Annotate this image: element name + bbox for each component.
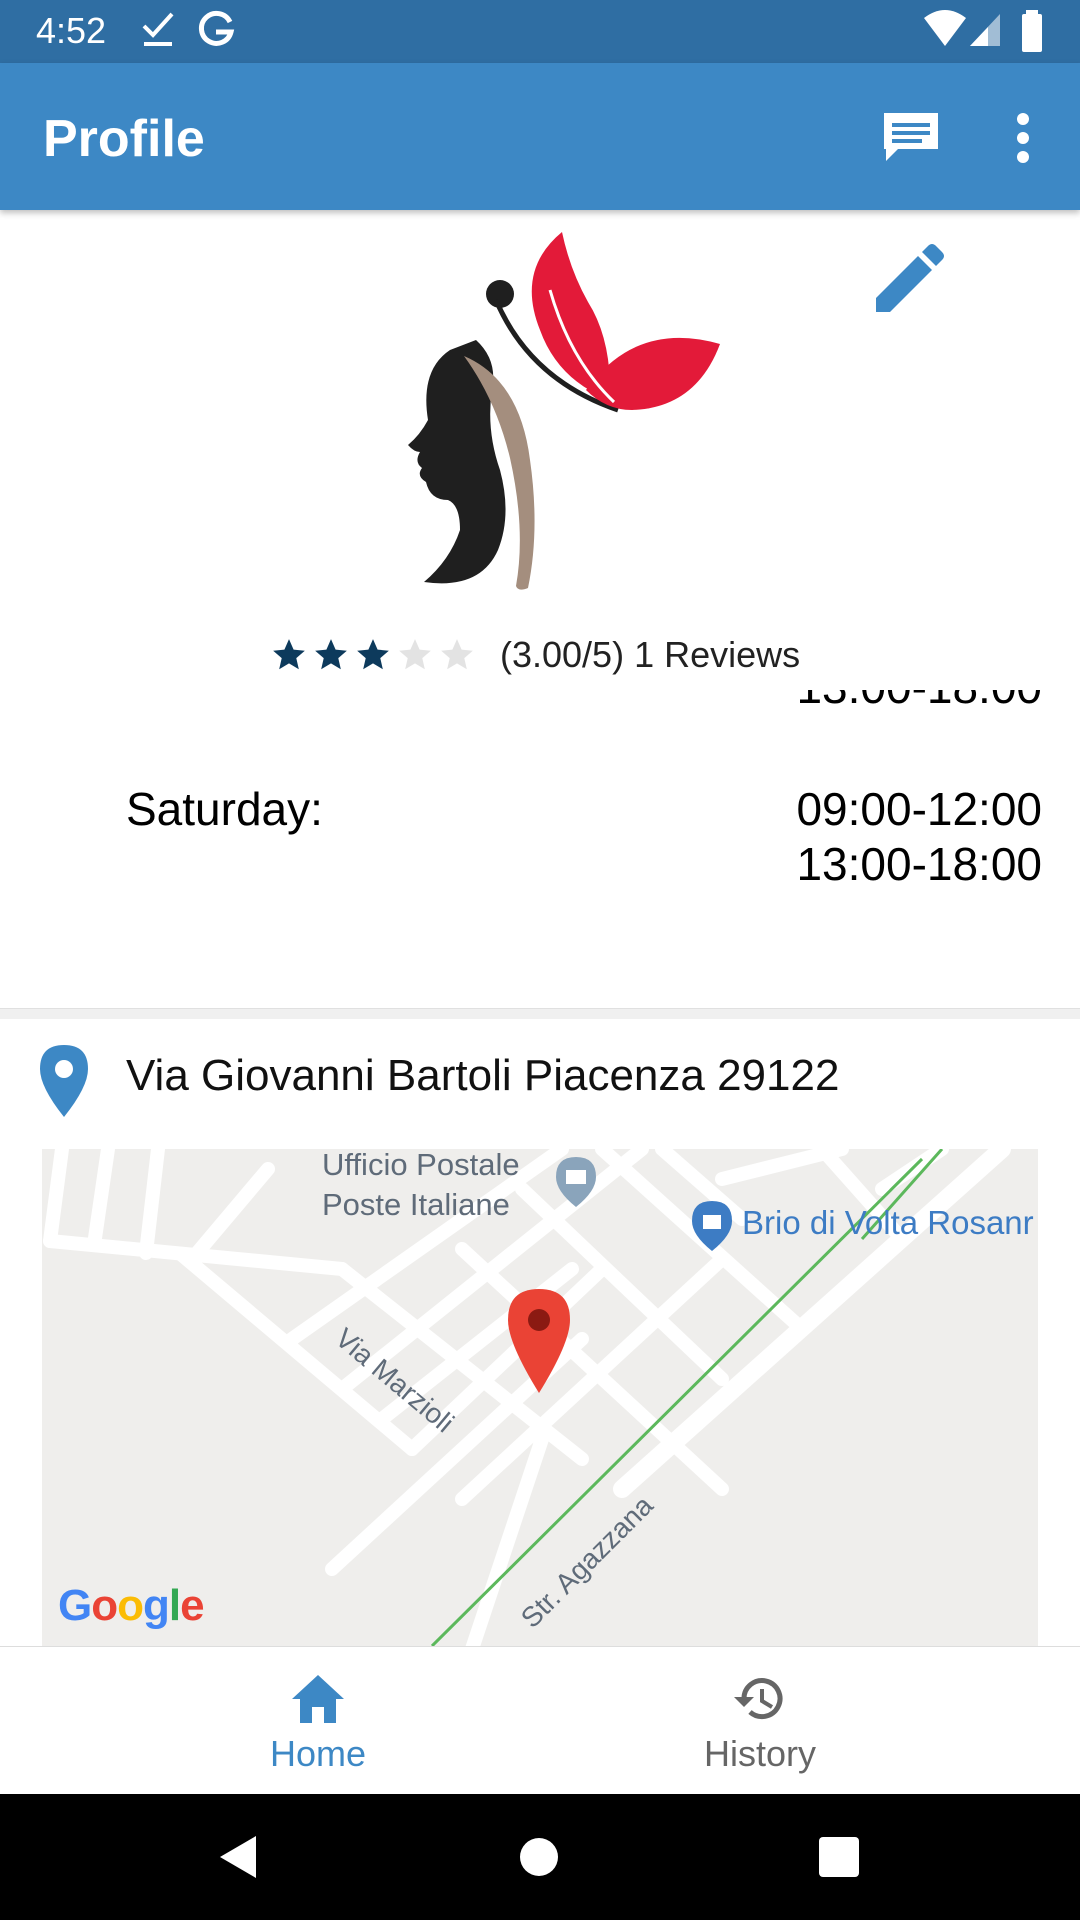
hours-times: 09:00-12:00 13:00-18:00 <box>796 782 1042 892</box>
google-logo-letter: o <box>117 1581 144 1630</box>
star-filled-icon <box>357 639 389 670</box>
battery-icon <box>1022 10 1042 52</box>
map-label-poi-2: Brio di Volta Rosanr <box>742 1204 1034 1241</box>
nav-item-history[interactable]: History <box>610 1647 910 1795</box>
nav-item-home-label: Home <box>269 1733 367 1774</box>
google-logo-letter: l <box>168 1581 181 1630</box>
home-icon <box>292 1675 344 1723</box>
system-navigation-bar <box>0 1794 1080 1920</box>
google-logo: Google <box>58 1581 205 1631</box>
star-empty-icon <box>441 639 473 670</box>
profile-header: (3.00/5) 1 Reviews <box>0 210 1080 690</box>
more-vert-icon[interactable] <box>988 103 1058 173</box>
status-bar: 4:52 <box>0 0 1080 63</box>
star-rating <box>270 636 476 674</box>
hours-time-1: 09:00-12:00 <box>796 783 1042 835</box>
page-title: Profile <box>43 110 205 168</box>
nav-item-home[interactable]: Home <box>168 1647 468 1795</box>
home-circle-icon[interactable] <box>514 1832 564 1882</box>
wifi-icon <box>924 10 966 46</box>
google-logo-text: Google <box>58 1581 205 1630</box>
address-text: Via Giovanni Bartoli Piacenza 29122 <box>126 1051 840 1100</box>
post-office-marker-icon[interactable] <box>554 1155 598 1209</box>
map-label-poi-1-line1: Ufficio Postale <box>322 1149 520 1182</box>
bottom-navigation: Home History <box>0 1646 1080 1795</box>
rating-text: (3.00/5) 1 Reviews <box>500 634 801 675</box>
address-row[interactable]: Via Giovanni Bartoli Piacenza 29122 <box>0 1019 1080 1149</box>
hours-day-label: Saturday: <box>126 783 323 835</box>
google-logo-letter: G <box>58 1581 92 1630</box>
location-pin-icon <box>40 1045 88 1117</box>
google-logo-letter: o <box>91 1581 118 1630</box>
shop-marker-icon[interactable] <box>690 1199 734 1253</box>
app-bar: Profile <box>0 63 1080 210</box>
hours-time-2: 13:00-18:00 <box>796 838 1042 890</box>
hours-time-partial: 13:00-18:00 <box>796 690 1042 714</box>
history-icon <box>734 1678 783 1720</box>
nav-item-history-label: History <box>703 1733 816 1774</box>
google-g-icon <box>198 10 235 46</box>
salon-logo-image <box>408 232 720 590</box>
google-logo-letter: g <box>143 1581 170 1630</box>
star-filled-icon <box>315 639 347 670</box>
status-time: 4:52 <box>36 10 107 51</box>
map-view[interactable]: Ufficio Postale Poste Italiane Brio di V… <box>42 1149 1038 1646</box>
star-empty-icon <box>399 639 431 670</box>
opening-hours-section: 13:00-18:00 Saturday: 09:00-12:00 13:00-… <box>0 690 1080 1008</box>
back-icon[interactable] <box>214 1832 264 1882</box>
chat-icon[interactable] <box>876 103 946 173</box>
signal-icon <box>970 14 1000 46</box>
download-done-icon <box>142 12 174 46</box>
map-label-poi-1: Ufficio Postale Poste Italiane <box>322 1149 520 1225</box>
star-filled-icon <box>273 639 305 670</box>
recents-icon[interactable] <box>814 1832 864 1882</box>
rating-row: (3.00/5) 1 Reviews <box>270 630 800 680</box>
map-location-marker-icon[interactable] <box>506 1287 572 1397</box>
map-label-poi-1-line2: Poste Italiane <box>322 1187 510 1222</box>
edit-icon[interactable] <box>868 240 948 320</box>
google-logo-letter: e <box>180 1581 205 1630</box>
